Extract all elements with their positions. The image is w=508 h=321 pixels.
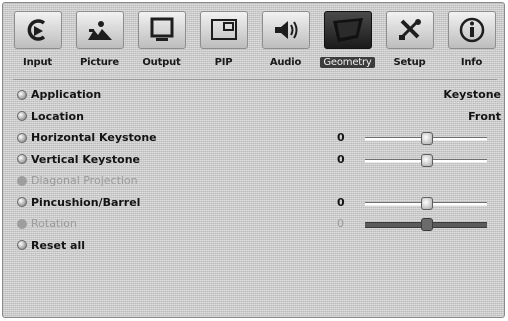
bullet-icon xyxy=(17,89,27,100)
tab-geometry[interactable]: Geometry xyxy=(319,10,376,74)
bullet-icon xyxy=(17,175,27,186)
menu-item-reset-all[interactable]: Reset all xyxy=(17,235,501,257)
tab-geometry-button xyxy=(323,11,372,49)
tab-input[interactable]: Input xyxy=(9,10,66,74)
tab-input-button xyxy=(13,11,62,49)
audio-icon xyxy=(274,21,297,39)
menu-item-label: Reset all xyxy=(31,238,85,252)
setup-icon xyxy=(398,19,421,40)
rotation-slider xyxy=(365,218,487,231)
pincushion-barrel-value: 0 xyxy=(337,195,345,209)
application-value: Keystone xyxy=(443,88,501,102)
menu-item-vertical-keystone[interactable]: Vertical Keystone 0 xyxy=(17,149,501,171)
horizontal-keystone-value: 0 xyxy=(337,131,345,145)
menu-item-rotation: Rotation 0 xyxy=(17,213,501,235)
tab-label: Input xyxy=(23,57,52,68)
menu-item-label: Pincushion/Barrel xyxy=(31,195,141,209)
pincushion-barrel-slider[interactable] xyxy=(365,196,487,210)
menu-item-label: Vertical Keystone xyxy=(31,152,140,166)
bullet-icon xyxy=(17,132,27,143)
geometry-icon xyxy=(332,18,363,42)
slider-thumb[interactable] xyxy=(421,153,433,167)
slider-thumb xyxy=(421,218,433,231)
tab-label: Output xyxy=(142,57,181,68)
menu-item-label: Horizontal Keystone xyxy=(31,131,157,145)
rotation-value: 0 xyxy=(337,217,344,231)
menu-item-label: Application xyxy=(31,88,102,102)
output-icon xyxy=(150,17,173,41)
tab-label: Geometry xyxy=(320,57,375,68)
osd-menu: Input Picture Output PIP Audio Geometry … xyxy=(2,2,505,318)
tab-label: Setup xyxy=(393,57,426,68)
slider-thumb[interactable] xyxy=(421,132,433,145)
geometry-settings-list: Application Keystone Location Front Hori… xyxy=(17,84,501,256)
tab-picture-button xyxy=(75,11,124,49)
bullet-icon xyxy=(17,154,27,165)
bullet-icon xyxy=(17,111,27,122)
menu-item-label: Location xyxy=(31,109,84,123)
bullet-icon xyxy=(17,240,27,251)
menu-tabs: Input Picture Output PIP Audio Geometry … xyxy=(9,10,500,78)
menu-item-pincushion-barrel[interactable]: Pincushion/Barrel 0 xyxy=(17,192,501,214)
location-value: Front xyxy=(468,109,501,123)
tab-label: Picture xyxy=(80,57,119,68)
menu-item-label: Diagonal Projection xyxy=(31,174,138,188)
input-icon xyxy=(27,19,45,41)
tab-info-button xyxy=(447,11,496,49)
menu-item-application[interactable]: Application Keystone xyxy=(17,84,501,106)
tab-pip-button xyxy=(199,11,248,49)
slider-thumb[interactable] xyxy=(421,196,433,210)
tab-setup[interactable]: Setup xyxy=(381,10,438,74)
pip-icon xyxy=(210,19,237,40)
menu-item-location[interactable]: Location Front xyxy=(17,106,501,128)
menu-item-horizontal-keystone[interactable]: Horizontal Keystone 0 xyxy=(17,127,501,149)
tab-pip[interactable]: PIP xyxy=(195,10,252,74)
tab-audio[interactable]: Audio xyxy=(257,10,314,74)
picture-icon xyxy=(87,21,112,40)
tab-setup-button xyxy=(385,11,434,49)
vertical-keystone-value: 0 xyxy=(337,152,345,166)
tab-picture[interactable]: Picture xyxy=(71,10,128,74)
vertical-keystone-slider[interactable] xyxy=(365,153,487,167)
bullet-icon xyxy=(17,218,27,229)
horizontal-keystone-slider[interactable] xyxy=(365,132,487,145)
tab-info[interactable]: Info xyxy=(443,10,500,74)
tab-output-button xyxy=(137,11,186,49)
tab-label: PIP xyxy=(214,57,233,68)
tab-label: Audio xyxy=(269,57,302,68)
bullet-icon xyxy=(17,197,27,208)
tab-label: Info xyxy=(460,57,483,68)
menu-item-label: Rotation xyxy=(31,217,78,231)
info-icon xyxy=(459,17,484,43)
menu-item-diagonal-projection: Diagonal Projection xyxy=(17,170,501,192)
tab-output[interactable]: Output xyxy=(133,10,190,74)
tab-divider xyxy=(13,79,497,80)
tab-audio-button xyxy=(261,11,310,49)
